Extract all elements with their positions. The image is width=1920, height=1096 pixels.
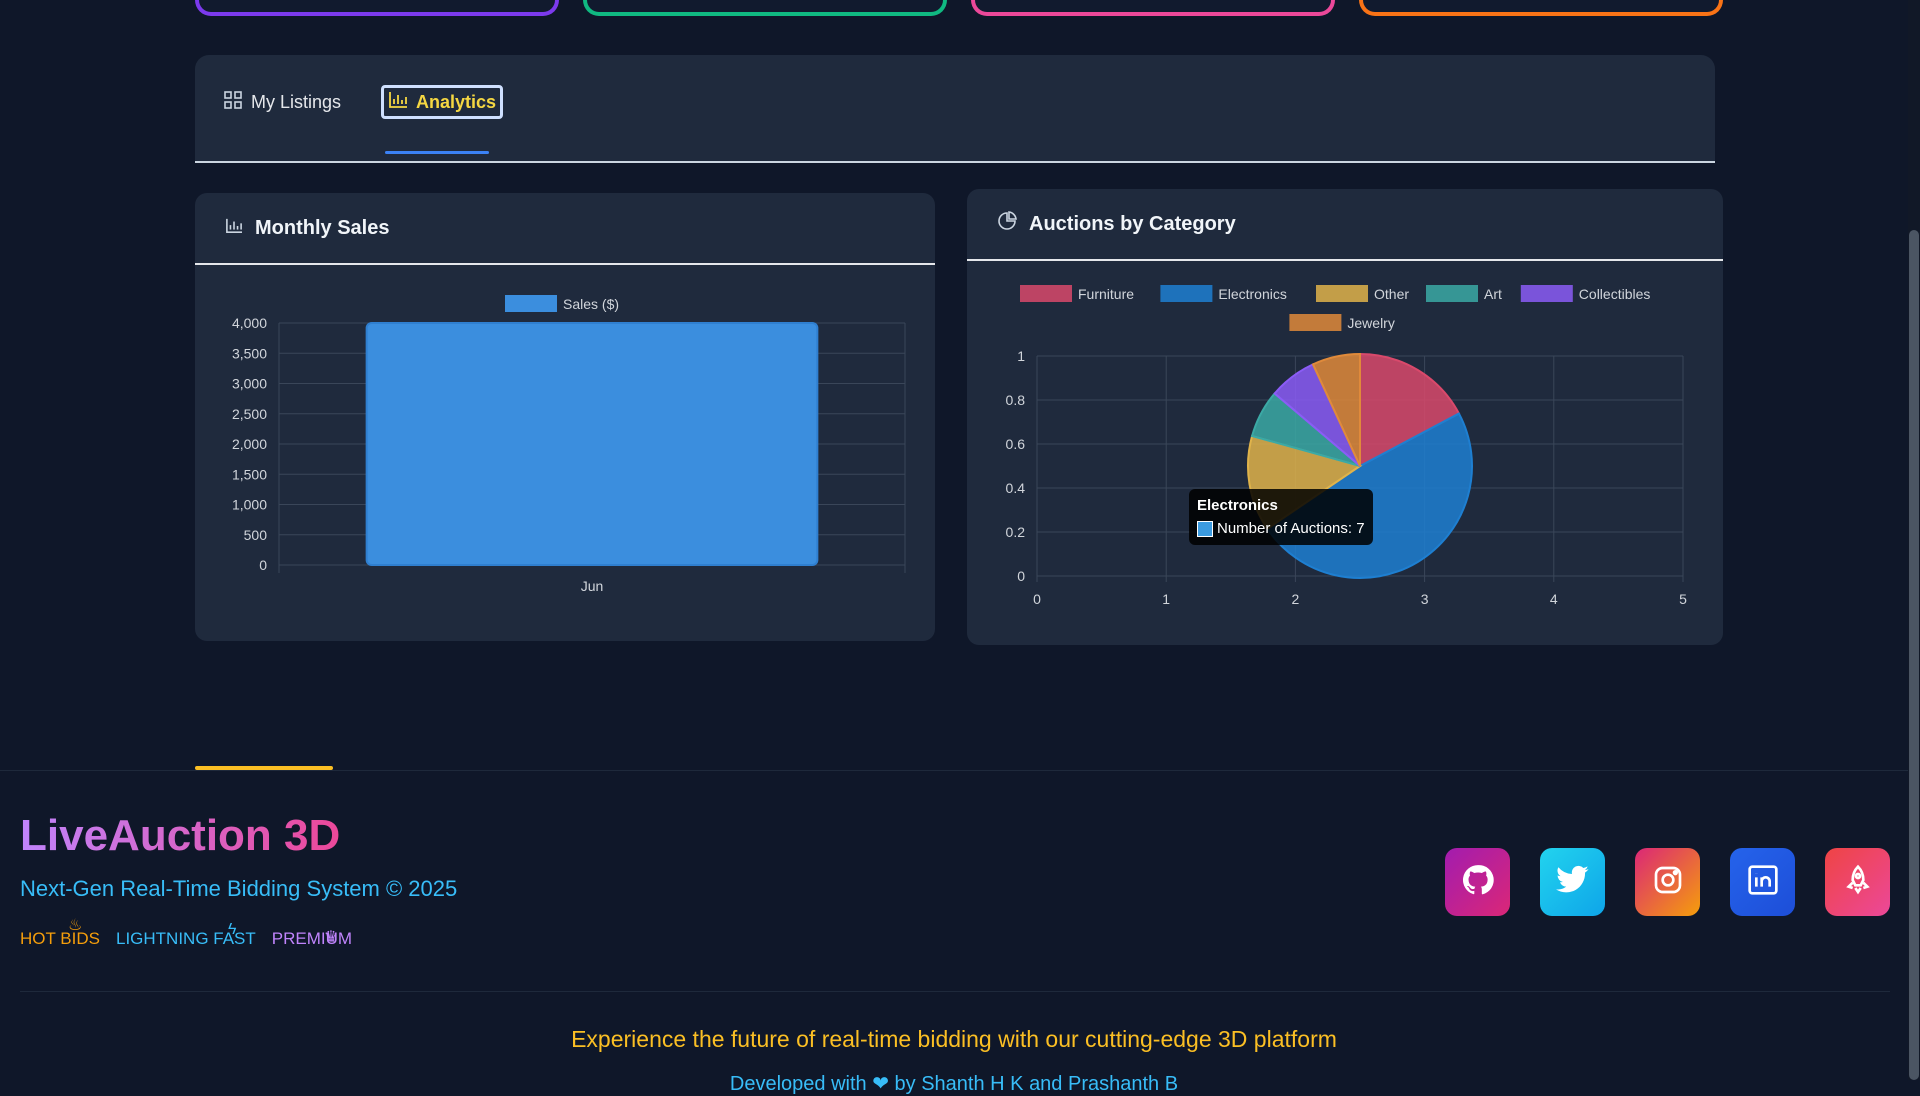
card-title: Monthly Sales [255, 216, 390, 239]
y-tick-label: 1,000 [232, 497, 267, 513]
y-tick-label: 1,500 [232, 466, 267, 482]
twitter-icon [1555, 865, 1590, 900]
dashboard-tabs: My Listings Analytics [195, 55, 1715, 163]
page-scrollbar[interactable] [1908, 0, 1920, 1080]
linkedin-icon [1747, 864, 1779, 901]
stat-card [1359, 0, 1723, 16]
legend-swatch [1426, 285, 1478, 302]
bar[interactable] [365, 322, 819, 566]
y-tick-label: 3,500 [232, 345, 267, 361]
footer-brand: LiveAuction 3D [20, 811, 341, 860]
tab-label: My Listings [251, 91, 342, 112]
footer-badges: HOT BIDS ♨ LIGHTNING FAST ϟ PREMIUM ♛ [20, 917, 353, 949]
tab-analytics[interactable]: Analytics [381, 85, 504, 119]
rocket-link[interactable] [1825, 848, 1890, 916]
card-title: Auctions by Category [1029, 212, 1236, 235]
legend-label: Jewelry [1347, 315, 1394, 331]
legend-swatch [1520, 285, 1573, 302]
site-footer: LiveAuction 3D Next-Gen Real-Time Biddin… [0, 766, 1908, 1095]
auctions-by-category-chart: Furniture Electronics Other Art Collectibles… [1006, 285, 1687, 607]
y-tick-label: 2,000 [232, 436, 267, 452]
legend-swatch [1020, 285, 1072, 302]
crown-icon: ♛ [323, 929, 339, 946]
badge-lightning-fast: LIGHTNING FAST ϟ [115, 921, 256, 948]
card-header: Auctions by Category [967, 189, 1723, 261]
legend-label: Furniture [1078, 286, 1134, 302]
twitter-link[interactable] [1540, 848, 1605, 916]
footer-tagline: Next-Gen Real-Time Bidding System © 2025 [20, 876, 458, 901]
auctions-by-category-card: Auctions by Category Furniture Electronic… [967, 189, 1723, 645]
legend-swatch [1160, 285, 1213, 302]
x-tick-label: 1 [1162, 591, 1170, 607]
y-tick-label: 0.6 [1006, 436, 1026, 452]
y-tick-label: 2,500 [232, 406, 267, 422]
instagram-icon [1652, 864, 1684, 901]
github-link[interactable] [1445, 848, 1510, 916]
bar-chart-icon [388, 91, 408, 114]
x-tick-label: 2 [1292, 591, 1300, 607]
badge-hot-bids: HOT BIDS ♨ [20, 917, 100, 948]
y-tick-label: 3,000 [232, 376, 267, 392]
rocket-icon [1842, 864, 1874, 901]
footer-experience-text: Experience the future of real-time biddi… [571, 1026, 1337, 1052]
tab-label: Analytics [416, 91, 497, 112]
y-tick-label: 0.2 [1006, 524, 1026, 540]
y-tick-label: 1 [1017, 348, 1025, 364]
x-tick-label: 4 [1550, 591, 1558, 607]
badge-premium: PREMIUM ♛ [271, 929, 353, 948]
active-tab-indicator [385, 151, 489, 154]
x-tick-label: Jun [581, 578, 604, 594]
social-links [1445, 848, 1890, 916]
linkedin-link[interactable] [1730, 848, 1795, 916]
fire-icon: ♨ [68, 917, 83, 934]
tab-my-listings[interactable]: My Listings [223, 85, 341, 119]
scrollbar-thumb[interactable] [1909, 230, 1919, 1080]
y-tick-label: 0 [1017, 568, 1025, 584]
monthly-sales-chart: Sales ($) 4,000 3,500 3,000 2,500 2,000 1,500 1… [232, 295, 906, 594]
footer-credits: Developed with ❤ by Shanth H K and Prash… [729, 1073, 1179, 1095]
y-tick-label: 0.4 [1006, 480, 1026, 496]
pie-chart-icon [997, 211, 1017, 237]
monthly-sales-card: Monthly Sales Sales ($) 4,000 3,500 3,000 2,… [195, 193, 935, 641]
footer-divider [20, 991, 1890, 992]
legend-label: Art [1484, 286, 1502, 302]
legend-swatch [505, 295, 557, 312]
y-tick-label: 500 [244, 527, 268, 543]
top-stat-cards [195, 0, 1723, 16]
tooltip-title: Electronics [1197, 497, 1278, 514]
grid-icon [223, 90, 243, 115]
lightning-icon: ϟ [227, 921, 237, 938]
github-icon [1461, 863, 1495, 902]
stat-card [195, 0, 559, 16]
legend-label: Other [1374, 286, 1409, 302]
y-tick-label: 4,000 [232, 315, 267, 331]
chart-tooltip: Electronics Number of Auctions: 7 [1189, 489, 1373, 545]
legend-label: Collectibles [1579, 286, 1651, 302]
y-tick-label: 0.8 [1006, 392, 1026, 408]
instagram-link[interactable] [1635, 848, 1700, 916]
footer-accent-bar [195, 766, 333, 770]
tooltip-label: Number of Auctions: 7 [1217, 520, 1365, 537]
x-tick-label: 0 [1033, 591, 1041, 607]
tooltip-swatch [1197, 520, 1213, 537]
bar-chart-icon [225, 217, 243, 240]
y-tick-label: 0 [259, 557, 267, 573]
x-tick-label: 3 [1421, 591, 1429, 607]
x-tick-label: 5 [1679, 591, 1687, 607]
stat-card [583, 0, 947, 16]
legend-label: Electronics [1218, 286, 1286, 302]
stat-card [971, 0, 1335, 16]
legend-swatch [1289, 314, 1342, 331]
legend-label: Sales ($) [563, 296, 619, 312]
card-header: Monthly Sales [195, 193, 935, 265]
legend-swatch [1316, 285, 1368, 302]
